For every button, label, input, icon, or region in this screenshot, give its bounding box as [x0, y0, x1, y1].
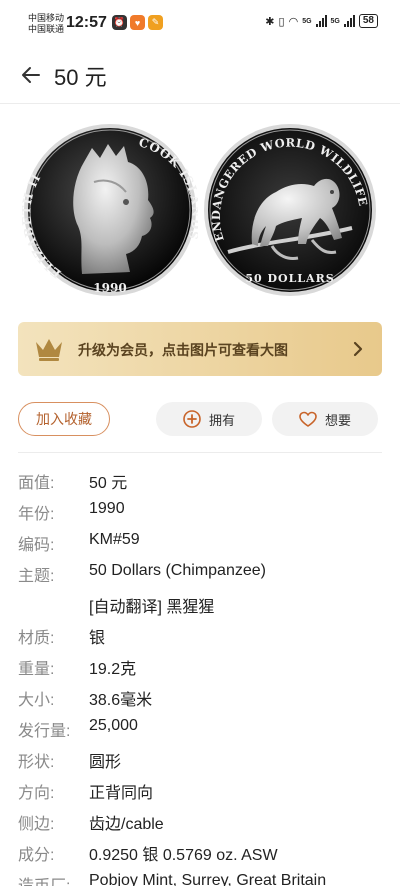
own-button[interactable]: 拥有 [156, 402, 262, 436]
detail-value: 1990 [89, 500, 125, 517]
detail-key: 重量: [18, 661, 55, 678]
detail-value: 38.6毫米 [89, 692, 153, 709]
detail-row-edge: 侧边: 齿边/cable [0, 805, 400, 836]
coin-images[interactable]: ELIZABETH II COOK ISLANDS 1990 ENDANGERE [0, 118, 400, 314]
detail-row-shape: 形状: 圆形 [0, 743, 400, 774]
detail-row-denomination: 面值: 50 元 [0, 464, 400, 495]
detail-value: [自动翻译] 黑猩猩 [89, 599, 215, 616]
reverse-denomination: 50 DOLLARS [245, 272, 334, 285]
detail-value: 50 元 [89, 475, 128, 492]
detail-value: 0.9250 银 0.5769 oz. ASW [89, 847, 278, 864]
detail-row-orientation: 方向: 正背同向 [0, 774, 400, 805]
notification-icons: ⏰ ♥ ✎ [112, 15, 163, 30]
detail-row-mintage: 发行量: 25,000 [0, 712, 400, 743]
app-notification-icon: ♥ [130, 15, 145, 30]
detail-value: 正背同向 [89, 785, 154, 802]
arrow-left-icon [22, 67, 40, 83]
add-to-collection-label: 加入收藏 [36, 411, 92, 427]
back-button[interactable] [16, 60, 46, 90]
bluetooth-icon: ✱ [265, 15, 275, 28]
detail-key: 编码: [18, 537, 55, 554]
detail-key: 年份: [18, 506, 55, 523]
want-label: 想要 [324, 412, 351, 428]
divider [18, 452, 382, 453]
detail-row-theme-translation: [自动翻译] 黑猩猩 [0, 588, 400, 619]
status-bar: 中国移动 中国联通 12:57 ⏰ ♥ ✎ ✱ ▯ ◠ 5G 5G 58 [0, 0, 400, 46]
wifi-icon: ◠ [288, 15, 299, 28]
detail-row-mint: 造币厂: Pobjoy Mint, Surrey, Great Britain [0, 867, 400, 886]
coin-obverse-image[interactable]: ELIZABETH II COOK ISLANDS 1990 [22, 122, 198, 298]
detail-key: 侧边: [18, 816, 55, 833]
carrier-1: 中国移动 [28, 13, 65, 23]
detail-key: 大小: [18, 692, 55, 709]
member-upgrade-banner[interactable]: 升级为会员，点击图片可查看大图 [18, 322, 382, 376]
add-to-collection-button[interactable]: 加入收藏 [18, 402, 110, 436]
detail-key: 成分: [18, 847, 55, 864]
battery-icon: 58 [358, 14, 378, 28]
detail-value: 25,000 [89, 717, 138, 734]
detail-value: KM#59 [89, 531, 140, 548]
page-title: 50 元 [54, 65, 107, 90]
vibrate-icon: ▯ [278, 15, 285, 28]
own-label: 拥有 [208, 412, 235, 428]
banner-text: 升级为会员，点击图片可查看大图 [78, 342, 288, 358]
signal-icon-2 [343, 15, 355, 27]
detail-key: 材质: [18, 630, 55, 647]
detail-key: 形状: [18, 754, 55, 771]
plus-circle-icon [183, 410, 201, 428]
app-notification-icon-2: ✎ [148, 15, 163, 30]
detail-row-weight: 重量: 19.2克 [0, 650, 400, 681]
detail-value: 圆形 [89, 754, 122, 771]
detail-key: 发行量: [18, 723, 71, 740]
alarm-icon: ⏰ [112, 15, 127, 30]
system-icons: ✱ ▯ ◠ 5G 5G 58 [265, 14, 378, 28]
detail-row-composition: 成分: 0.9250 银 0.5769 oz. ASW [0, 836, 400, 867]
detail-key: 面值: [18, 475, 55, 492]
detail-key: 造币厂: [18, 872, 70, 886]
detail-key: 主题: [18, 568, 55, 585]
detail-value: Pobjoy Mint, Surrey, Great Britain [89, 872, 327, 886]
coin-details: 面值: 50 元 年份: 1990 编码: KM#59 主题: 50 Dolla… [0, 464, 400, 886]
coin-reverse-image[interactable]: ENDANGERED WORLD WILDLIFE 50 DOLLARS [202, 122, 378, 298]
detail-value: 50 Dollars (Chimpanzee) [89, 562, 266, 579]
detail-row-theme: 主题: 50 Dollars (Chimpanzee) [0, 557, 400, 588]
detail-key: 方向: [18, 785, 55, 802]
nav-bar: 50 元 [0, 46, 400, 104]
signal-icon-1 [315, 15, 327, 27]
obverse-year: 1990 [93, 281, 126, 295]
network-5g-2: 5G [330, 17, 340, 25]
carrier-2: 中国联通 [28, 24, 65, 34]
detail-row-size: 大小: 38.6毫米 [0, 681, 400, 712]
heart-icon [299, 411, 317, 427]
clock: 12:57 [66, 14, 107, 31]
carrier-info: 中国移动 中国联通 [28, 13, 64, 35]
detail-row-code: 编码: KM#59 [0, 526, 400, 557]
detail-value: 银 [89, 630, 106, 647]
detail-row-year: 年份: 1990 [0, 495, 400, 526]
crown-icon [36, 339, 62, 361]
detail-value: 19.2克 [89, 661, 137, 678]
detail-value: 齿边/cable [89, 816, 164, 833]
want-button[interactable]: 想要 [272, 402, 378, 436]
chevron-right-icon [353, 341, 363, 357]
network-5g-1: 5G [302, 17, 312, 25]
detail-row-material: 材质: 银 [0, 619, 400, 650]
